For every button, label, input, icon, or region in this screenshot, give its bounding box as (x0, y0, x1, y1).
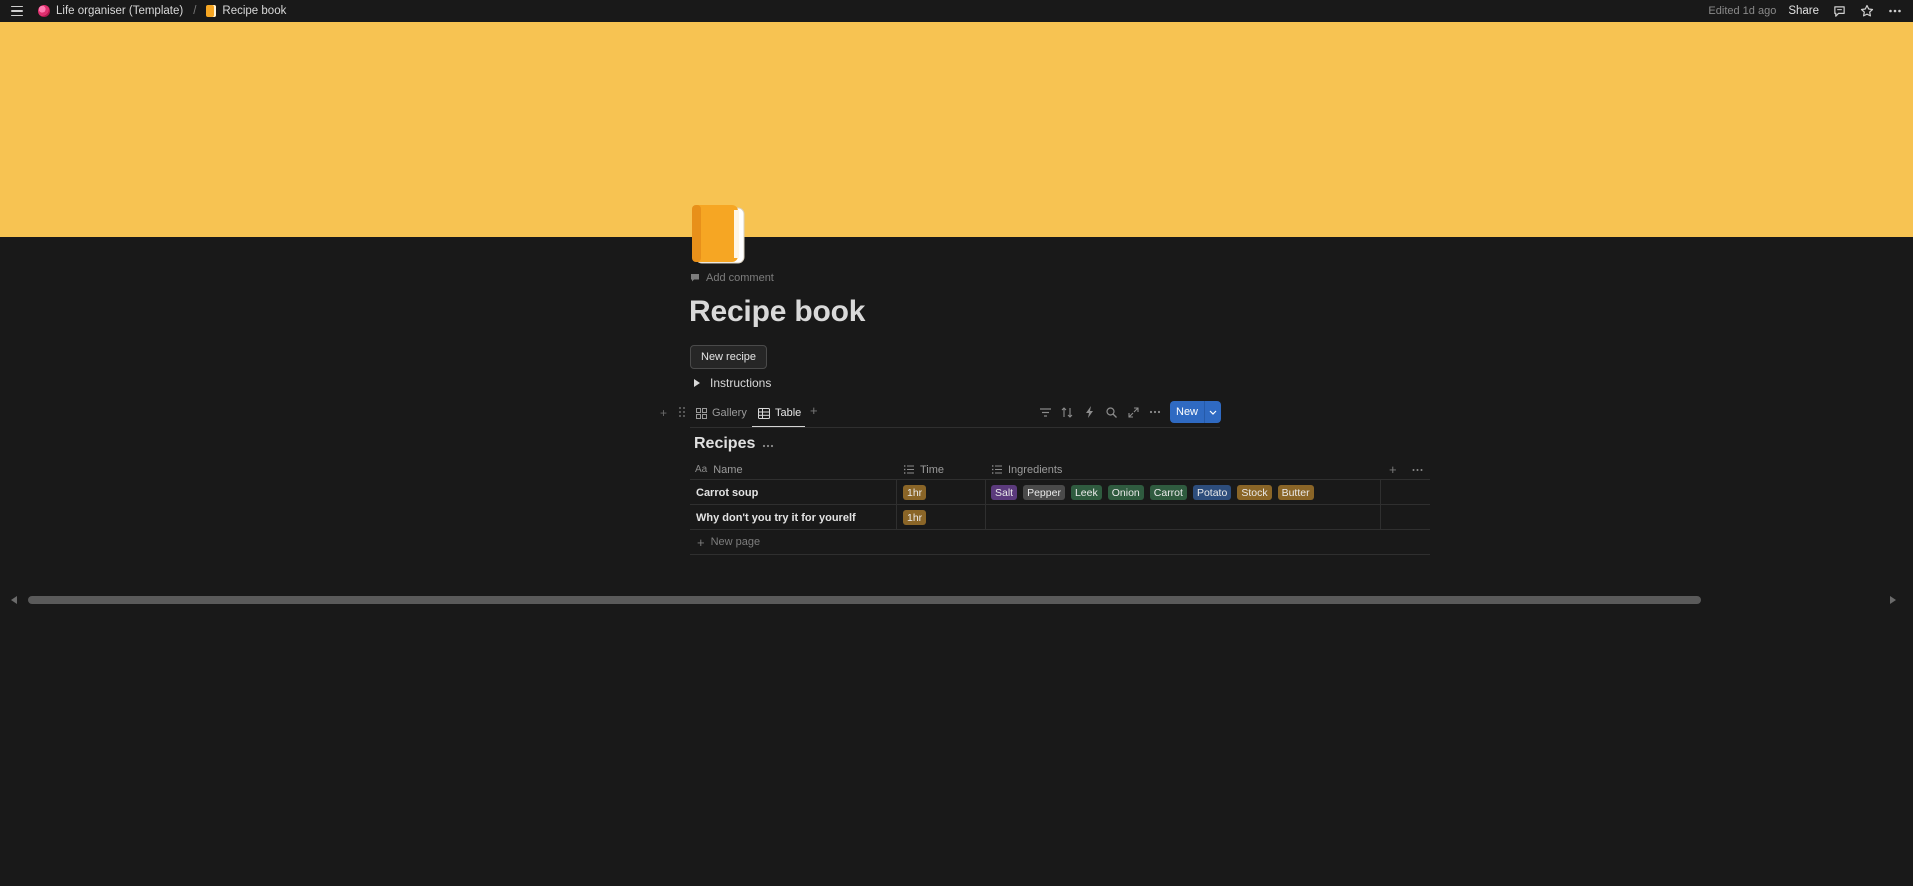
book-icon (206, 5, 217, 17)
share-button[interactable]: Share (1788, 5, 1819, 17)
scrollbar-thumb[interactable] (28, 596, 1701, 604)
column-header-time[interactable]: Time (904, 459, 944, 480)
toggle-label: Instructions (710, 376, 772, 390)
comments-icon[interactable] (1831, 3, 1847, 19)
recipe-name[interactable]: Why don't you try it for yourelf (690, 505, 896, 530)
ingredients-cell[interactable]: Salt Pepper Leek Onion Carrot Potato Sto… (991, 480, 1320, 505)
ingredients-cell[interactable] (991, 505, 1380, 530)
ingredient-tag[interactable]: Butter (1277, 485, 1314, 500)
text-property-icon: Aa (695, 464, 708, 475)
new-entry-button[interactable]: New (1170, 401, 1221, 423)
add-comment-label: Add comment (706, 272, 774, 284)
new-recipe-button[interactable]: New recipe (690, 345, 768, 369)
column-label: Name (713, 463, 743, 476)
ingredient-tag[interactable]: Leek (1070, 485, 1102, 500)
filter-icon[interactable] (1038, 405, 1052, 419)
page-title[interactable]: Recipe book (689, 295, 865, 329)
new-button-label: New (1176, 406, 1199, 418)
table-header: Aa Name Time Ingredients + (690, 459, 1430, 480)
breadcrumb: Life organiser (Template) / Recipe book (36, 0, 288, 22)
time-cell[interactable]: 1hr (903, 480, 932, 505)
add-block-icon[interactable]: + (660, 406, 667, 420)
comment-icon (691, 274, 699, 282)
life-organiser-icon (38, 5, 50, 17)
time-tag[interactable]: 1hr (903, 485, 927, 500)
sort-icon[interactable] (1060, 405, 1074, 419)
database-more-icon[interactable] (762, 437, 774, 451)
new-page-label: New page (710, 536, 761, 548)
divider (1380, 480, 1381, 505)
book-icon[interactable] (690, 205, 748, 265)
divider (690, 427, 1220, 428)
scroll-right-arrow-icon[interactable] (1890, 596, 1896, 604)
breadcrumb-life-organiser[interactable]: Life organiser (Template) (36, 3, 185, 19)
database-title[interactable]: Recipes (694, 435, 755, 453)
table-row[interactable]: Why don't you try it for yourelf 1hr (690, 505, 1430, 530)
divider (896, 480, 897, 505)
list-icon (904, 465, 914, 474)
scroll-left-arrow-icon[interactable] (11, 596, 17, 604)
tab-label: Gallery (712, 407, 747, 419)
edited-status: Edited 1d ago (1708, 5, 1777, 17)
time-cell[interactable]: 1hr (903, 505, 932, 530)
divider (985, 505, 986, 530)
column-label: Ingredients (1008, 463, 1063, 476)
page-cover[interactable] (0, 22, 1913, 237)
add-property-icon[interactable]: + (1389, 459, 1397, 480)
table-more-icon[interactable] (1412, 459, 1423, 480)
tab-table[interactable]: Table (758, 403, 801, 423)
ingredient-tag[interactable]: Pepper (1023, 485, 1065, 500)
ingredient-tag[interactable]: Stock (1237, 485, 1272, 500)
column-header-name[interactable]: Aa Name (695, 459, 743, 480)
breadcrumb-separator: / (193, 5, 197, 17)
more-icon[interactable] (1148, 405, 1162, 419)
divider (896, 505, 897, 530)
breadcrumb-label: Life organiser (Template) (56, 5, 184, 17)
column-label: Time (920, 463, 945, 476)
divider (985, 480, 986, 505)
plus-icon: + (697, 534, 705, 550)
top-bar: Life organiser (Template) / Recipe book … (0, 0, 1913, 22)
tab-gallery[interactable]: Gallery (696, 403, 747, 423)
divider (1380, 505, 1381, 530)
expand-icon[interactable] (1126, 405, 1140, 419)
add-comment-button[interactable]: Add comment (690, 272, 774, 284)
column-header-ingredients[interactable]: Ingredients (992, 459, 1062, 480)
list-icon (992, 465, 1002, 474)
horizontal-scrollbar[interactable] (0, 593, 1913, 607)
ingredient-tag[interactable]: Carrot (1149, 485, 1187, 500)
ingredient-tag[interactable]: Potato (1192, 485, 1232, 500)
top-actions: Edited 1d ago Share (1708, 0, 1903, 22)
automation-icon[interactable] (1082, 405, 1096, 419)
gallery-icon (696, 407, 707, 419)
drag-handle-icon[interactable] (678, 405, 688, 417)
chevron-down-icon[interactable] (1205, 410, 1221, 415)
add-view-icon[interactable]: + (810, 403, 818, 418)
recipe-name[interactable]: Carrot soup (690, 480, 896, 505)
more-icon[interactable] (1887, 3, 1903, 19)
table-icon (758, 407, 770, 419)
tab-label: Table (775, 407, 802, 419)
breadcrumb-recipe-book[interactable]: Recipe book (204, 3, 288, 19)
recipes-table: Aa Name Time Ingredients + Carrot soup 1… (690, 459, 1430, 555)
ingredient-tag[interactable]: Onion (1107, 485, 1144, 500)
time-tag[interactable]: 1hr (903, 510, 927, 525)
view-bar: + Gallery Table + New (660, 399, 1221, 428)
star-icon[interactable] (1859, 3, 1875, 19)
new-page-button[interactable]: + New page (690, 530, 1430, 555)
breadcrumb-label: Recipe book (222, 5, 287, 17)
ingredient-tag[interactable]: Salt (991, 485, 1018, 500)
toggle-triangle-icon[interactable] (694, 379, 700, 387)
table-row[interactable]: Carrot soup 1hr Salt Pepper Leek Onion C… (690, 480, 1430, 505)
search-icon[interactable] (1104, 405, 1118, 419)
instructions-toggle[interactable]: Instructions (694, 376, 771, 390)
menu-icon[interactable] (8, 3, 26, 19)
